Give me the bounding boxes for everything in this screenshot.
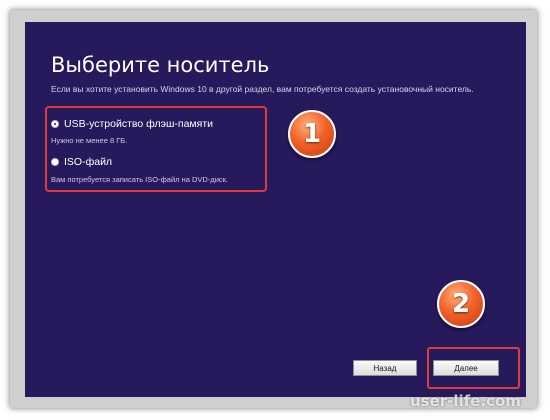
- step-marker-1-number: 1: [302, 119, 322, 149]
- page-title: Выберите носитель: [51, 53, 270, 77]
- back-button[interactable]: Назад: [353, 360, 417, 376]
- step-marker-2-number: 2: [451, 289, 471, 319]
- iso-option[interactable]: ISO-файл: [51, 156, 112, 168]
- iso-option-label: ISO-файл: [64, 156, 113, 168]
- next-button[interactable]: Далее: [433, 360, 499, 376]
- usb-option-label: USB-устройство флэш-памяти: [64, 118, 214, 130]
- iso-radio-button[interactable]: [51, 158, 59, 166]
- step-marker-2: 2: [437, 280, 485, 328]
- usb-option[interactable]: USB-устройство флэш-памяти: [51, 118, 213, 130]
- media-selection-panel: Выберите носитель Если вы хотите установ…: [25, 22, 526, 397]
- page-subtitle: Если вы хотите установить Windows 10 в д…: [51, 84, 474, 94]
- usb-radio-button[interactable]: [51, 120, 59, 128]
- iso-option-description: Вам потребуется записать ISO-файл на DVD…: [51, 175, 229, 184]
- step-marker-1: 1: [288, 110, 336, 158]
- watermark: user-life.com: [410, 392, 521, 410]
- usb-option-description: Нужно не менее 8 ГБ.: [51, 136, 128, 145]
